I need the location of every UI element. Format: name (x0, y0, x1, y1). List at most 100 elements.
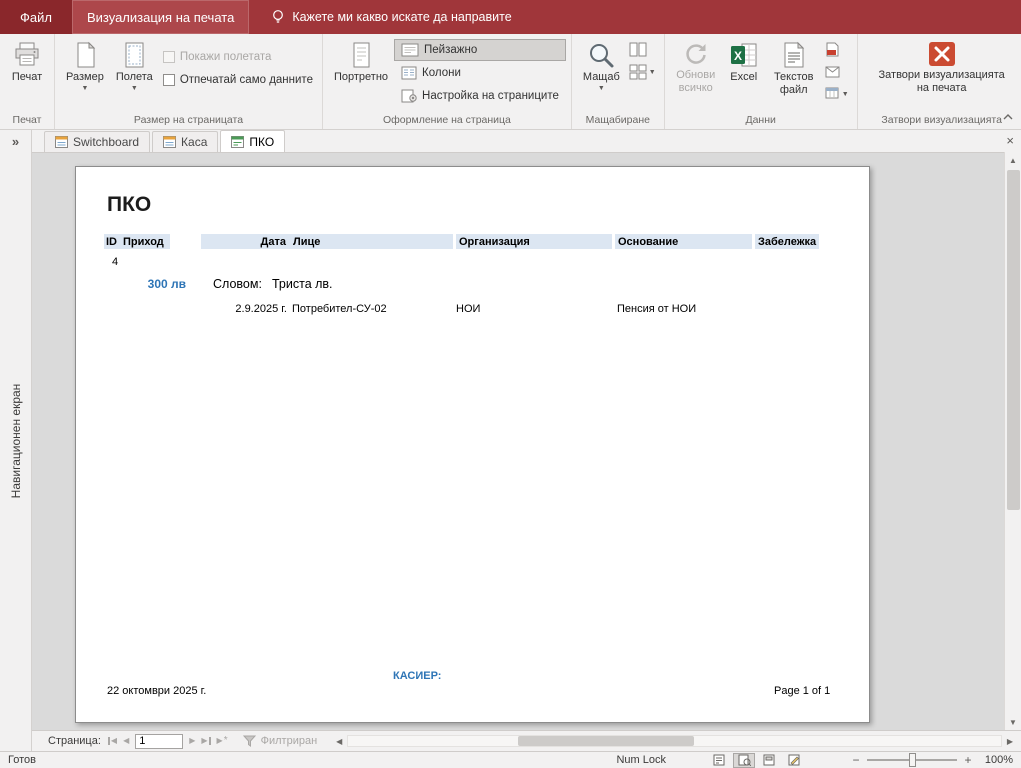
one-page-button[interactable] (626, 39, 659, 60)
more-pages-button[interactable]: ▼ (626, 61, 659, 82)
next-page-button[interactable]: ▶ (186, 737, 198, 745)
col-header-id: ID (106, 236, 117, 248)
report-page-number: Page 1 of 1 (774, 685, 830, 697)
layout-view-icon (763, 754, 775, 766)
export-text-file-button[interactable]: Текстов файл (766, 38, 822, 99)
margins-icon (119, 41, 149, 69)
col-header-note: Забележка (758, 236, 816, 248)
horizontal-scrollbar[interactable]: ◀ ▶ (331, 733, 1018, 749)
horizontal-scrollbar-thumb[interactable] (518, 736, 694, 746)
more-export-button[interactable]: ▼ (822, 83, 852, 104)
print-button[interactable]: Печат (5, 38, 49, 87)
previous-page-button[interactable]: ◀ (120, 737, 132, 745)
first-page-button[interactable]: ◀ (105, 737, 120, 745)
print-data-only-checkbox[interactable]: Отпечатай само данните (159, 69, 317, 91)
new-page-button[interactable]: ▶* (214, 736, 231, 746)
report-print-date: 22 октомври 2025 г. (107, 685, 206, 697)
expand-navigation-pane-button[interactable]: » (0, 134, 31, 149)
design-view-button[interactable] (783, 753, 805, 768)
record-date-value: 2.9.2025 г. (223, 303, 287, 315)
landscape-button[interactable]: Пейзажно (394, 39, 566, 61)
margins-button[interactable]: Полета ▼ (110, 38, 159, 95)
zoom-button-label: Мащаб (583, 71, 620, 84)
group-label-data: Данни (665, 114, 857, 129)
ribbon-group-data: Обнови всичко X Excel Текстов файл (665, 34, 858, 129)
paper-size-button[interactable]: Размер ▼ (60, 38, 110, 95)
report-view-button[interactable] (708, 753, 730, 768)
ribbon: Печат Печат Размер ▼ Полета ▼ (0, 34, 1021, 130)
last-page-button[interactable]: ▶ (198, 737, 213, 745)
pdf-export-icon (825, 42, 840, 57)
horizontal-scrollbar-track[interactable] (347, 735, 1002, 747)
refresh-icon (683, 41, 709, 67)
record-amount-value: 300 лв (116, 277, 186, 291)
tab-switchboard[interactable]: Switchboard (44, 131, 150, 152)
vertical-scrollbar-thumb[interactable] (1007, 170, 1020, 510)
export-excel-button[interactable]: X Excel (722, 38, 766, 87)
report-view-icon (713, 754, 725, 766)
zoom-slider[interactable] (867, 759, 957, 761)
zoom-out-button[interactable]: − (851, 753, 861, 767)
record-id-value: 4 (112, 256, 118, 268)
col-header-prihod: Приход (123, 236, 164, 248)
collapse-ribbon-button[interactable] (1003, 110, 1013, 124)
zoom-slider-thumb[interactable] (909, 753, 916, 767)
tab-file[interactable]: Файл (0, 0, 72, 34)
refresh-all-button[interactable]: Обнови всичко (670, 38, 722, 97)
right-arrow-icon: ▶ (189, 737, 195, 745)
scroll-up-arrow[interactable]: ▲ (1005, 152, 1021, 168)
email-button[interactable] (822, 61, 852, 82)
export-pdf-button[interactable] (822, 39, 852, 60)
ribbon-tab-bar: Файл Визуализация на печата Кажете ми ка… (0, 0, 1021, 34)
tab-print-preview[interactable]: Визуализация на печата (72, 0, 249, 34)
tell-me-box[interactable]: Кажете ми какво искате да направите (255, 0, 527, 34)
zoom-level-label[interactable]: 100% (979, 754, 1013, 766)
group-label-page-layout: Оформление на страница (323, 114, 571, 129)
print-preview-canvas[interactable]: ПКО ID Приход Дата Лице Организация (32, 152, 1004, 730)
close-print-preview-button[interactable]: Затвори визуализацията на печата (867, 38, 1017, 97)
vertical-scrollbar[interactable]: ▲ ▼ (1004, 152, 1021, 730)
bar-icon (209, 737, 211, 745)
show-margins-checkbox[interactable]: Покажи полетата (159, 46, 317, 68)
navigation-pane-collapsed[interactable]: » Навигационен екран (0, 130, 32, 751)
report-page[interactable]: ПКО ID Приход Дата Лице Организация (75, 166, 870, 723)
print-preview-view-icon (738, 754, 751, 766)
filter-indicator-label: Филтриран (261, 735, 318, 747)
layout-view-button[interactable] (758, 753, 780, 768)
print-preview-view-button[interactable] (733, 753, 755, 768)
zoom-in-button[interactable]: + (963, 753, 973, 767)
amount-in-words-label: Словом: (213, 277, 262, 291)
tab-kasa[interactable]: Каса (152, 131, 218, 152)
scroll-left-arrow[interactable]: ◀ (331, 737, 347, 746)
columns-button[interactable]: Колони (394, 62, 566, 84)
portrait-button[interactable]: Портретно (328, 38, 394, 87)
two-pages-icon (629, 41, 647, 59)
landscape-page-icon (401, 43, 419, 57)
current-page-input[interactable] (135, 734, 183, 749)
zoom-button[interactable]: Мащаб ▼ (577, 38, 626, 95)
chevron-up-icon (1003, 113, 1013, 121)
tell-me-label: Кажете ми какво искате да направите (292, 10, 511, 24)
checkbox-icon (163, 74, 175, 86)
filter-indicator[interactable]: Филтриран (243, 735, 318, 747)
document-zone: Switchboard Каса ПКО × ПКО ID (32, 130, 1021, 751)
scroll-down-arrow[interactable]: ▼ (1005, 714, 1021, 730)
group-label-close-preview: Затвори визуализацията (858, 114, 1021, 129)
left-arrow-icon: ◀ (111, 737, 117, 745)
ribbon-group-zoom: Мащаб ▼ ▼ Мащабиране (572, 34, 665, 129)
record-reason-value: Пенсия от НОИ (617, 303, 696, 315)
print-button-label: Печат (12, 71, 42, 84)
more-pages-icon (629, 64, 647, 80)
column-header-org: Организация (456, 234, 612, 249)
close-object-button[interactable]: × (1006, 133, 1014, 148)
column-header-person: Лице (290, 234, 453, 249)
scroll-right-arrow[interactable]: ▶ (1002, 737, 1018, 746)
tab-pko-label: ПКО (249, 135, 274, 149)
column-header-id-prihod: ID Приход (104, 234, 170, 249)
export-excel-label: Excel (730, 71, 757, 84)
page-setup-button[interactable]: Настройка на страниците (394, 85, 566, 107)
design-view-icon (788, 754, 800, 766)
text-file-icon (781, 41, 807, 69)
tab-pko[interactable]: ПКО (220, 130, 285, 152)
lightbulb-icon (271, 9, 285, 25)
